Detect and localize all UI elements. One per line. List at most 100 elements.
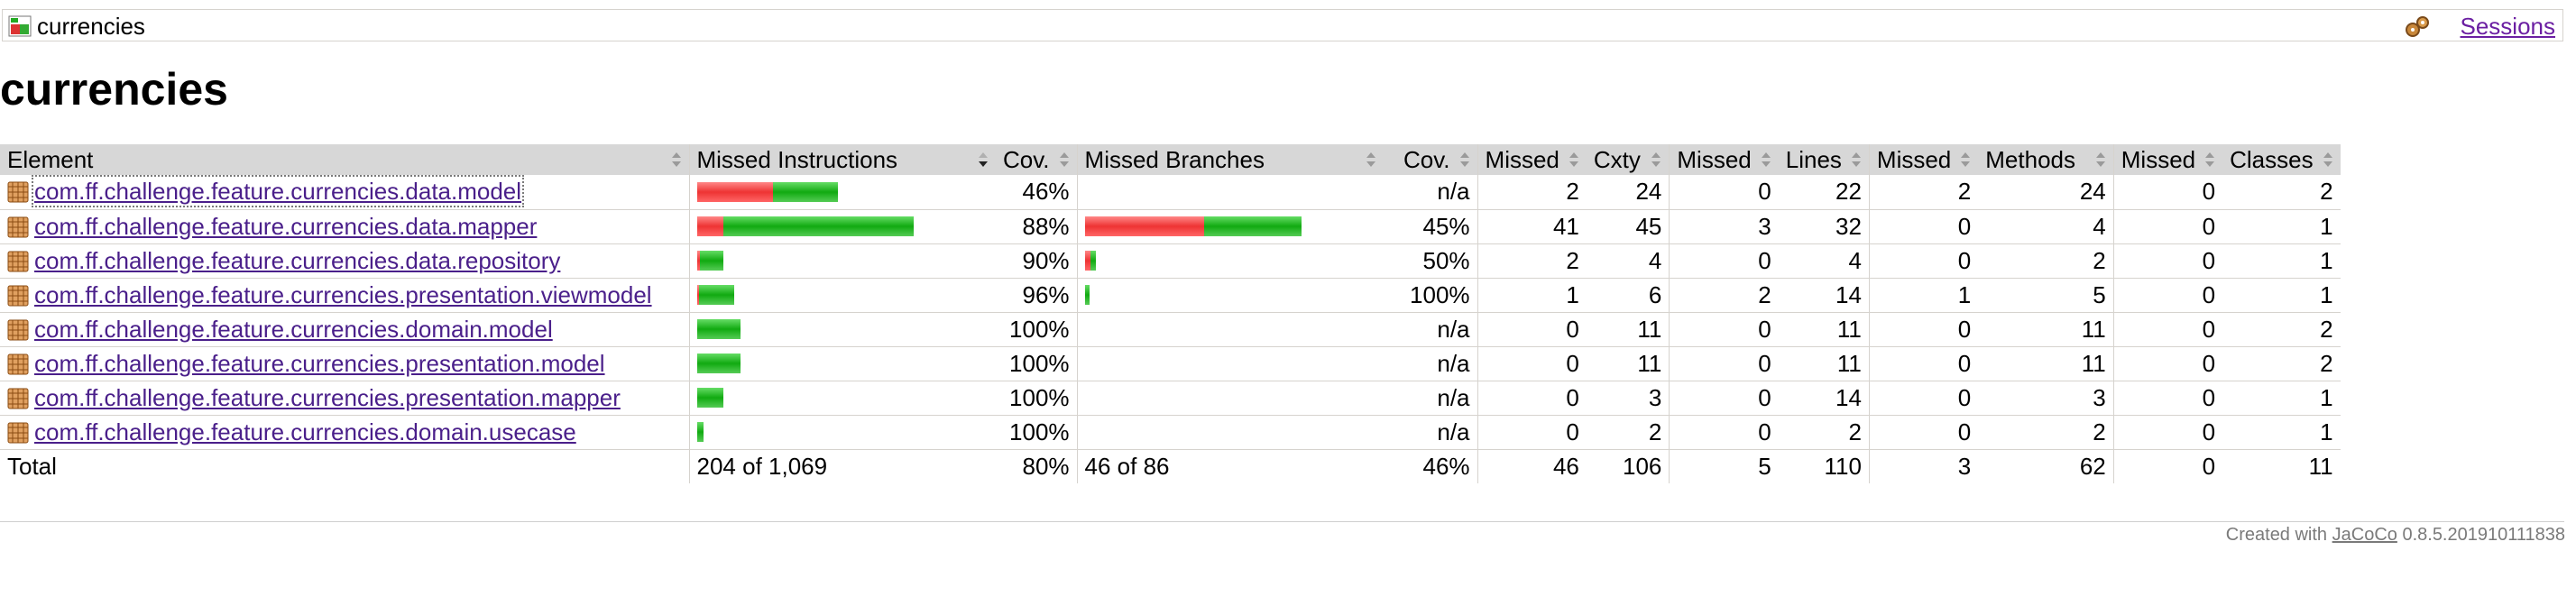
instructions-cov: 96% [996,278,1078,313]
missed-classes: 0 [2112,209,2223,244]
instructions-cov: 46% [996,175,1078,210]
header-missed-lines[interactable]: Missed [1669,144,1779,175]
header-branches-cov[interactable]: Cov. [1384,144,1478,175]
package-cell[interactable]: com.ff.challenge.feature.currencies.pres… [0,278,689,313]
instructions-coverage-bar [696,319,989,339]
missed-classes: 0 [2112,312,2223,347]
header-missed-instructions[interactable]: Missed Instructions [688,144,996,175]
header-cxty[interactable]: Cxty [1586,144,1670,175]
sessions-icon[interactable] [2404,14,2433,38]
footer-prefix: Created with [2225,525,2328,545]
branches-bar-cell [1076,312,1385,347]
methods: 24 [1978,175,2114,210]
sort-icon [2095,152,2105,167]
sessions-link[interactable]: Sessions [2461,13,2556,41]
missed-methods: 0 [1868,346,1979,381]
missed-classes: 0 [2112,346,2223,381]
total-missed-classes: 0 [2112,449,2223,483]
footer: Created with JaCoCo 0.8.5.201910111838 [2226,525,2565,546]
missed-methods: 0 [1868,312,1979,347]
cxty: 11 [1586,346,1670,381]
table-row: com.ff.challenge.feature.currencies.pres… [0,278,2341,313]
total-classes: 11 [2308,452,2333,480]
package-cell[interactable]: com.ff.challenge.feature.currencies.pres… [0,381,689,416]
package-link[interactable]: com.ff.challenge.feature.currencies.data… [31,175,525,208]
cxty: 2 [1586,415,1670,450]
package-link[interactable]: com.ff.challenge.feature.currencies.data… [34,247,560,274]
missed-cxty: 0 [1477,415,1587,450]
missed-methods: 1 [1868,278,1979,313]
missed-lines: 0 [1669,243,1779,279]
total-instructions-cov: 80% [1022,452,1070,480]
header-classes[interactable]: Classes [2222,144,2341,175]
table-row: com.ff.challenge.feature.currencies.doma… [0,415,2341,450]
total-missed-cxty: 46 [1477,449,1587,483]
methods: 11 [1978,312,2114,347]
instructions-missed-bar [696,216,723,236]
branches-cov: 100% [1384,278,1478,313]
instructions-missed-bar [696,181,773,202]
missed-cxty: 2 [1477,243,1587,279]
sort-icon [1459,152,1469,167]
lines: 32 [1778,209,1870,244]
sort-icon [1366,152,1376,167]
branches-cov: n/a [1384,381,1478,416]
sort-icon [1961,152,1971,167]
instructions-covered-bar [696,354,741,373]
branches-bar-cell [1076,278,1385,313]
package-icon [7,354,29,374]
total-instructions: 204 of 1,069 [688,449,996,483]
instructions-covered-bar [696,422,704,442]
classes: 1 [2222,243,2341,279]
branches-bar-cell [1076,243,1385,279]
package-link[interactable]: com.ff.challenge.feature.currencies.doma… [34,316,553,343]
instructions-coverage-bar [696,216,989,236]
header-element[interactable]: Element [0,144,689,175]
methods: 2 [1978,243,2114,279]
classes: 2 [2222,312,2341,347]
breadcrumb-current: currencies [37,13,145,40]
package-cell[interactable]: com.ff.challenge.feature.currencies.doma… [0,415,689,450]
classes: 2 [2222,346,2341,381]
lines: 22 [1778,175,1870,210]
header-missed-cxty[interactable]: Missed [1477,144,1587,175]
instructions-coverage-bar [696,181,989,202]
branches-cov: 50% [1384,243,1478,279]
total-label: Total [7,452,57,480]
package-cell[interactable]: com.ff.challenge.feature.currencies.data… [0,175,689,210]
total-row: Total 204 of 1,069 80% 46 of 86 46% 46 1… [0,449,2341,483]
classes: 1 [2222,209,2341,244]
missed-classes: 0 [2112,278,2223,313]
missed-cxty: 0 [1477,312,1587,347]
package-cell[interactable]: com.ff.challenge.feature.currencies.data… [0,209,689,244]
instructions-coverage-bar [696,422,989,442]
package-cell[interactable]: com.ff.challenge.feature.currencies.doma… [0,312,689,347]
branches-cov: n/a [1384,415,1478,450]
package-link[interactable]: com.ff.challenge.feature.currencies.data… [34,213,537,240]
package-link[interactable]: com.ff.challenge.feature.currencies.doma… [34,418,576,445]
instructions-bar-cell [688,346,996,381]
package-link[interactable]: com.ff.challenge.feature.currencies.pres… [34,281,652,308]
missed-cxty: 0 [1477,346,1587,381]
package-cell[interactable]: com.ff.challenge.feature.currencies.pres… [0,346,689,381]
classes: 1 [2222,278,2341,313]
header-methods[interactable]: Methods [1978,144,2114,175]
total-branches-cov: 46% [1422,452,1470,480]
header-missed-methods[interactable]: Missed [1868,144,1979,175]
package-cell[interactable]: com.ff.challenge.feature.currencies.data… [0,243,689,279]
header-missed-classes[interactable]: Missed [2112,144,2223,175]
missed-lines: 3 [1669,209,1779,244]
package-icon [7,216,29,237]
sort-icon [1761,152,1771,167]
branches-covered-bar [1090,251,1096,271]
jacoco-link[interactable]: JaCoCo [2332,525,2397,545]
coverage-table: Element Missed Instructions Cov. Missed … [0,144,2341,483]
total-methods: 62 [2079,452,2106,480]
header-instructions-cov[interactable]: Cov. [996,144,1078,175]
header-lines[interactable]: Lines [1778,144,1870,175]
header-missed-branches[interactable]: Missed Branches [1076,144,1385,175]
branches-covered-bar [1084,285,1090,305]
package-link[interactable]: com.ff.challenge.feature.currencies.pres… [34,384,621,411]
package-link[interactable]: com.ff.challenge.feature.currencies.pres… [34,350,605,377]
methods: 5 [1978,278,2114,313]
